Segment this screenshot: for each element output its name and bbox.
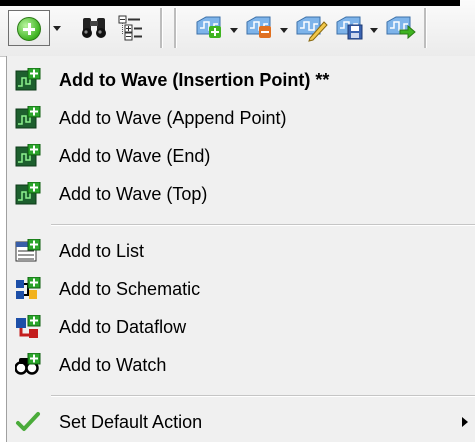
menu-item-add-to-wave-end[interactable]: Add to Wave (End): [7, 137, 475, 175]
menu-item-add-to-wave-append-point[interactable]: Add to Wave (Append Point): [7, 99, 475, 137]
schematic-add-icon: [16, 277, 41, 299]
watch-add-icon: [15, 353, 41, 375]
menu-item-label: Add to Watch: [59, 354, 167, 375]
menu-item-add-to-dataflow[interactable]: Add to Dataflow: [7, 308, 475, 346]
checkmark-icon: [16, 412, 40, 431]
toolbar: [0, 0, 475, 57]
menu-item-add-to-watch[interactable]: Add to Watch: [7, 346, 475, 384]
menu-item-label: Set Default Action: [59, 411, 203, 432]
toolbar-separator: [424, 8, 426, 48]
wave-remove-button[interactable]: [244, 12, 278, 48]
menu-item-label: Add to Dataflow: [59, 316, 187, 337]
submenu-arrow-icon: [462, 417, 468, 427]
chevron-down-icon[interactable]: [280, 28, 288, 33]
wave-edit-button[interactable]: [294, 12, 328, 48]
menu-separator: [51, 224, 475, 226]
wave-add-button[interactable]: [194, 12, 228, 48]
menu-item-label: Add to Wave (Top): [59, 183, 208, 204]
menu-item-label: Add to Wave (Insertion Point) **: [59, 69, 330, 90]
wave-append-icon: [15, 106, 41, 129]
tree-icon: [118, 15, 142, 41]
toolbar-separator: [160, 8, 162, 48]
wave-save-icon: [336, 16, 363, 40]
menu-item-label: Add to Wave (Append Point): [59, 107, 287, 128]
menu-item-add-to-wave-insertion-point[interactable]: Add to Wave (Insertion Point) **: [7, 61, 475, 99]
wave-end-icon: [15, 144, 41, 167]
find-icon: [82, 18, 106, 38]
add-dropdown-arrow[interactable]: [51, 11, 65, 47]
wave-remove-icon: [246, 16, 271, 38]
add-icon: [17, 17, 41, 41]
chevron-down-icon[interactable]: [230, 28, 238, 33]
wave-top-icon: [15, 182, 41, 205]
wave-export-button[interactable]: [384, 12, 418, 48]
list-add-icon: [15, 239, 41, 262]
toolbar-overflow[interactable]: [436, 10, 466, 46]
menu-item-add-to-wave-top[interactable]: Add to Wave (Top): [7, 175, 475, 213]
menu-item-set-default-action[interactable]: Set Default Action: [7, 403, 475, 441]
dataflow-add-icon: [16, 315, 41, 338]
menu-item-label: Add to List: [59, 240, 145, 261]
wave-export-icon: [386, 16, 416, 40]
wave-save-button[interactable]: [334, 12, 368, 48]
wave-add-icon: [196, 16, 221, 38]
add-dropdown-button[interactable]: [8, 10, 61, 46]
menu-separator: [51, 395, 475, 397]
menu-item-label: Add to Wave (End): [59, 145, 211, 166]
menu-item-label: Add to Schematic: [59, 278, 201, 299]
find-button[interactable]: [80, 12, 110, 48]
wave-insert-icon: [15, 68, 41, 91]
tree-view-button[interactable]: [116, 12, 144, 48]
wave-edit-icon: [296, 16, 328, 42]
chevron-down-icon: [53, 26, 61, 31]
add-to-dropdown-menu: Add to Wave (Insertion Point) ** Add to …: [6, 56, 475, 442]
chevron-down-icon[interactable]: [370, 28, 378, 33]
window-top-edge: [0, 0, 460, 6]
menu-item-add-to-schematic[interactable]: Add to Schematic: [7, 270, 475, 308]
toolbar-separator: [174, 8, 176, 48]
menu-item-add-to-list[interactable]: Add to List: [7, 232, 475, 270]
